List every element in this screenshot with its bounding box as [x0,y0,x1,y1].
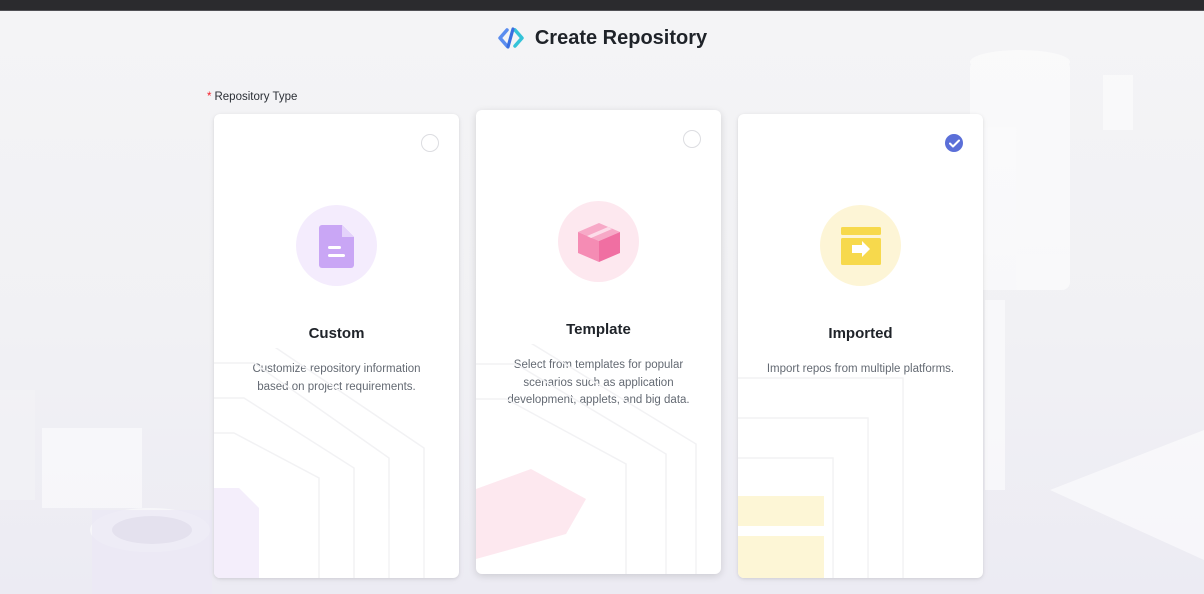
repository-type-label: * Repository Type [207,91,297,103]
page-header: Create Repository [0,26,1204,50]
card-title-template: Template [566,321,631,338]
import-icon [840,226,881,265]
repo-type-card-template[interactable]: Template Select from templates for popul… [476,110,721,574]
page-title: Create Repository [534,26,708,49]
field-label-text: Repository Type [214,91,298,103]
card-title-custom: Custom [308,325,365,342]
card-watermark [476,344,697,574]
custom-icon-circle [296,205,377,286]
repo-type-card-custom[interactable]: Custom Customize repository information … [214,114,459,578]
card-watermark [738,377,904,578]
window-top-bar [0,0,1204,11]
radio-template[interactable] [683,130,701,148]
template-icon-circle [558,201,639,282]
card-title-imported: Imported [828,325,893,342]
repo-type-card-imported[interactable]: Imported Import repos from multiple plat… [738,114,983,578]
radio-imported-checked[interactable] [945,134,963,152]
card-watermark [214,348,425,578]
document-icon [318,224,354,268]
box-icon [577,222,620,262]
checkmark-icon [948,139,960,147]
required-mark: * [207,91,212,103]
app-logo-icon [498,27,524,49]
radio-custom[interactable] [421,134,439,152]
imported-icon-circle [820,205,901,286]
